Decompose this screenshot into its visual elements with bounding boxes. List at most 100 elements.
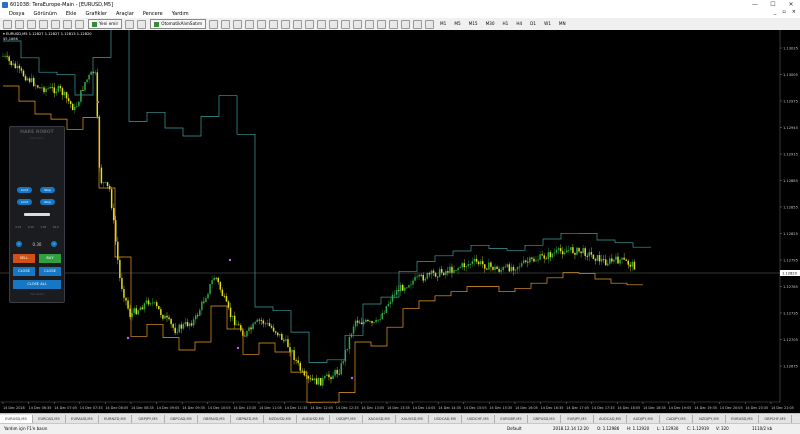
chart-tab[interactable]: AUDJPY,M5	[627, 415, 660, 423]
timeframe-h4[interactable]: H4	[514, 20, 524, 28]
tile-windows-icon[interactable]	[269, 19, 279, 29]
timeframe-m30[interactable]: M30	[484, 20, 497, 28]
close-all-button[interactable]: CLOSE ALL	[13, 280, 61, 289]
menu-insert[interactable]: Ekle	[66, 11, 77, 17]
timeframe-mn[interactable]: MN	[557, 20, 568, 28]
bar-chart-icon[interactable]	[209, 19, 219, 29]
timeframe-w1[interactable]: W1	[542, 20, 553, 28]
menu-help[interactable]: Yardım	[172, 11, 189, 17]
close-buy-button[interactable]: CLOSE	[39, 267, 61, 276]
chart-shift-icon[interactable]	[293, 19, 303, 29]
chart-tab[interactable]: EURCAD,M5	[33, 415, 66, 423]
vertical-line-icon[interactable]	[353, 19, 363, 29]
chart-tab[interactable]: EURJPY,M5	[561, 415, 594, 423]
indicators-icon[interactable]	[305, 19, 315, 29]
sell-button[interactable]: SELL	[13, 254, 35, 263]
templates-icon[interactable]	[329, 19, 339, 29]
navigator-icon[interactable]	[51, 19, 60, 29]
stop-button-2[interactable]: Stop	[40, 199, 55, 205]
menu-view[interactable]: Görünüm	[34, 11, 57, 17]
lot-option-4[interactable]: 10.0	[53, 226, 59, 229]
candlestick-icon[interactable]	[221, 19, 231, 29]
trendline-icon[interactable]	[377, 19, 387, 29]
chart-tab[interactable]: NZDUSD,M5	[264, 415, 297, 423]
buy-button[interactable]: BUY	[39, 254, 61, 263]
chart-tab[interactable]: EURNZD,M5	[99, 415, 132, 423]
mdi-minimize-button[interactable]: _	[774, 9, 777, 15]
chart-tab[interactable]: GBPNZD,M5	[231, 415, 264, 423]
candle-body	[233, 315, 236, 326]
lot-decrease-button[interactable]: ‹	[16, 241, 22, 247]
lot-value[interactable]: 0.30	[30, 242, 44, 247]
chart-tab[interactable]: GBPAUD,M5	[198, 415, 231, 423]
menu-tools[interactable]: Araçlar	[116, 11, 134, 17]
chart-tab[interactable]: USDCHF,M5	[462, 415, 495, 423]
chart-tab[interactable]: AUDUSD,M5	[297, 415, 330, 423]
zoom-in-icon[interactable]	[245, 19, 255, 29]
menu-file[interactable]: Dosya	[9, 11, 25, 17]
strategy-tester-icon[interactable]	[75, 19, 84, 29]
meta-editor-icon[interactable]	[125, 19, 135, 29]
timeframe-m1[interactable]: M1	[438, 20, 448, 28]
chart-tab[interactable]: GBPCAD,M5	[165, 415, 198, 423]
timeframe-d1[interactable]: D1	[528, 20, 538, 28]
timeframe-m15[interactable]: M15	[467, 20, 480, 28]
chart-window[interactable]: 1.13035 1.13005 1.12975 1.12945 1.12915 1.128…	[0, 30, 800, 413]
chart-tab[interactable]: AUDCAD,M5	[594, 415, 627, 423]
chart-tab[interactable]: GBPJPY,M5	[132, 415, 165, 423]
candle-body	[373, 322, 375, 323]
profiles-icon[interactable]	[15, 19, 24, 29]
zoom-out-icon[interactable]	[257, 19, 267, 29]
chart-tab[interactable]: EURAUD,M5	[66, 415, 99, 423]
timeframe-m5[interactable]: M5	[452, 20, 462, 28]
chart-tab[interactable]: GBPUSD,M5	[528, 415, 561, 423]
stop-button-1[interactable]: Stop	[40, 187, 55, 193]
new-order-button[interactable]: Yeni emir	[88, 19, 123, 29]
crosshair-icon[interactable]	[341, 19, 351, 29]
autotrading-button[interactable]: OtomatikAlımSatım	[150, 19, 207, 29]
lot-increase-button[interactable]: ›	[51, 241, 57, 247]
label-tool-icon[interactable]	[401, 19, 411, 29]
lot-option-2[interactable]: 0.10	[28, 226, 34, 229]
new-chart-icon[interactable]	[3, 19, 12, 29]
horizontal-line-icon[interactable]	[365, 19, 375, 29]
market-watch-icon[interactable]	[27, 19, 36, 29]
candle-body	[582, 248, 584, 254]
auto-scroll-icon[interactable]	[281, 19, 291, 29]
chart-tab[interactable]: EURUSD,M5	[726, 415, 759, 423]
limit-button-1[interactable]: Limit	[17, 187, 32, 193]
data-window-icon[interactable]	[39, 19, 48, 29]
time-tick-label: 14 Dec 16:35	[541, 406, 564, 410]
text-tool-icon[interactable]	[389, 19, 399, 29]
chart-tab[interactable]: XAUUSD,M5	[396, 415, 429, 423]
chart-tab[interactable]: EURUSD,M5	[0, 415, 33, 423]
close-sell-button[interactable]: CLOSE	[13, 267, 35, 276]
maximize-button[interactable]: ☐	[764, 0, 782, 9]
line-chart-icon[interactable]	[233, 19, 243, 29]
terminal-icon[interactable]	[63, 19, 72, 29]
lot-option-3[interactable]: 1.00	[40, 226, 46, 229]
chart-tab[interactable]: USDJPY,M5	[330, 415, 363, 423]
chart-tab[interactable]: USDCAD,M5	[429, 415, 462, 423]
fibonacci-icon[interactable]	[425, 19, 435, 29]
mdi-restore-button[interactable]: ▫	[782, 9, 785, 15]
chart-tab[interactable]: XAGUSD,M5	[363, 415, 396, 423]
arrows-tool-icon[interactable]	[413, 19, 423, 29]
chart-tab[interactable]: EURGBP,M5	[495, 415, 528, 423]
menu-window[interactable]: Pencere	[143, 11, 163, 17]
timeframe-h1[interactable]: H1	[501, 20, 511, 28]
chart-tab[interactable]: CADJPY,M5	[660, 415, 693, 423]
signals-icon[interactable]	[137, 19, 147, 29]
candle-body	[281, 333, 283, 340]
menu-charts[interactable]: Grafikler	[85, 11, 107, 17]
price-chart[interactable]: 1.13035 1.13005 1.12975 1.12945 1.12915 1.128…	[0, 30, 800, 413]
chart-tab[interactable]: GBPCHF,M5	[759, 415, 792, 423]
mdi-close-button[interactable]: ×	[792, 9, 796, 15]
lot-slider[interactable]	[24, 213, 50, 216]
chart-tab[interactable]: NZDJPY,M5	[693, 415, 726, 423]
periods-icon[interactable]	[317, 19, 327, 29]
minimize-button[interactable]: —	[746, 0, 764, 9]
close-button[interactable]: ✕	[782, 0, 800, 9]
limit-button-2[interactable]: Limit	[17, 199, 32, 205]
lot-option-1[interactable]: 0.01	[15, 226, 21, 229]
